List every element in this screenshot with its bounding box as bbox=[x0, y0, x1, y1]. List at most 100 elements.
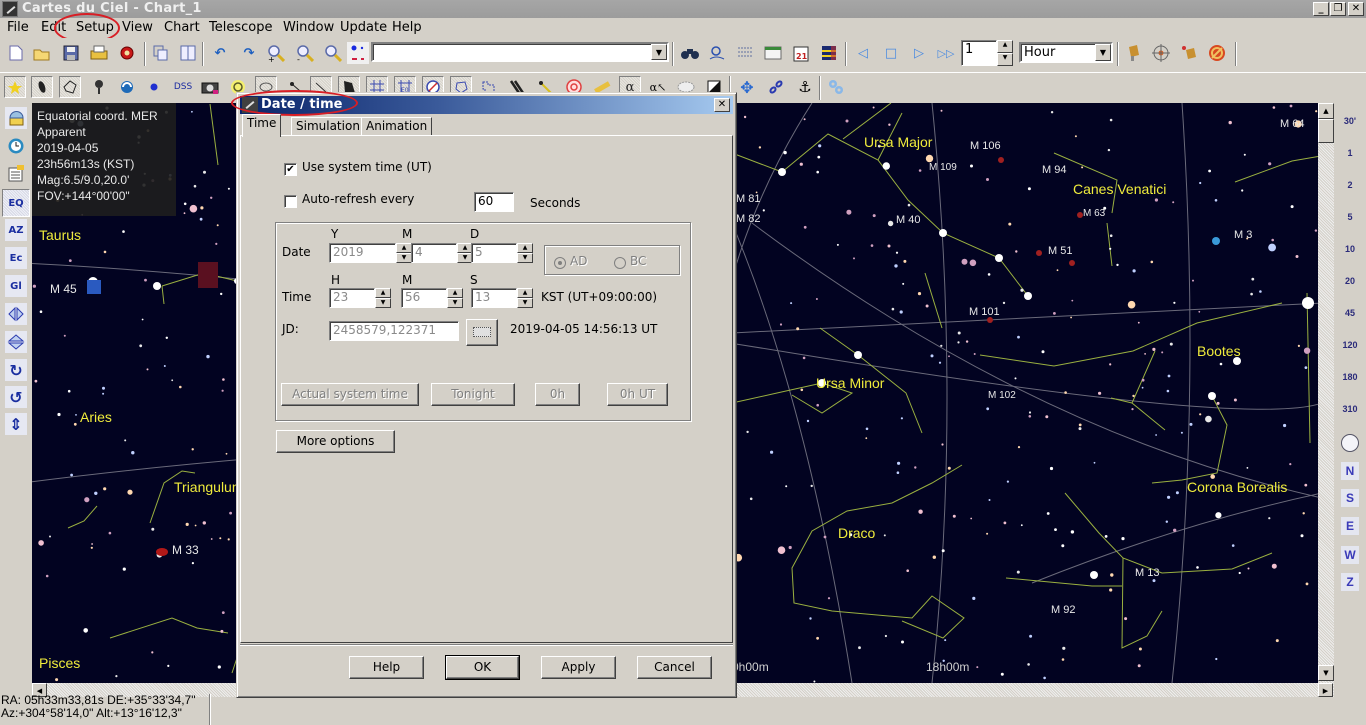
spin-down-icon[interactable]: ▼ bbox=[375, 298, 391, 308]
zero-hour-ut-button[interactable]: 0h UT bbox=[607, 383, 668, 406]
zoom-in-icon[interactable]: + bbox=[265, 42, 287, 64]
spin-up-icon[interactable]: ▲ bbox=[517, 288, 533, 298]
chevron-down-icon[interactable]: ▼ bbox=[1095, 44, 1111, 61]
clock-icon[interactable] bbox=[5, 135, 27, 157]
spin-up-icon[interactable]: ▲ bbox=[396, 243, 412, 253]
ad-radio[interactable] bbox=[554, 257, 566, 269]
all-sky-icon[interactable] bbox=[1341, 434, 1359, 452]
stop-icon[interactable]: □ bbox=[880, 42, 902, 64]
jd-input[interactable]: 2458579,122371 bbox=[329, 321, 459, 341]
tab-simulation[interactable]: Simulation bbox=[291, 117, 365, 136]
auto-refresh-seconds-input[interactable]: 60 bbox=[474, 192, 514, 212]
day-input[interactable]: 5 bbox=[471, 243, 517, 263]
zoom-level-button[interactable]: 120 bbox=[1334, 340, 1366, 350]
zoom-level-button[interactable]: 10 bbox=[1334, 244, 1366, 254]
menu-update[interactable]: Update bbox=[340, 19, 387, 36]
lines-icon[interactable] bbox=[59, 76, 81, 98]
ad-label[interactable]: AD bbox=[570, 254, 587, 268]
telescope-icon[interactable] bbox=[1122, 42, 1144, 64]
scroll-down-icon[interactable]: ▼ bbox=[1318, 665, 1334, 681]
help-button[interactable]: Help bbox=[349, 656, 424, 679]
scroll-right-icon[interactable]: ▶ bbox=[1318, 683, 1333, 697]
az-projection-button[interactable]: AZ bbox=[5, 219, 27, 241]
zoom-level-button[interactable]: 1 bbox=[1334, 148, 1366, 158]
flip-horizontal-icon[interactable] bbox=[5, 303, 27, 325]
minute-input[interactable]: 56 bbox=[401, 288, 447, 308]
asteroids-icon[interactable] bbox=[143, 76, 165, 98]
list-icon[interactable] bbox=[734, 42, 756, 64]
object-list-icon[interactable] bbox=[5, 162, 27, 184]
minimize-button[interactable]: _ bbox=[1313, 2, 1329, 16]
print-icon[interactable] bbox=[88, 42, 110, 64]
zoom-level-button[interactable]: 5 bbox=[1334, 212, 1366, 222]
settings-icon[interactable] bbox=[825, 76, 847, 98]
link-icon[interactable] bbox=[765, 76, 787, 98]
close-button[interactable]: ✕ bbox=[1348, 2, 1364, 16]
spin-up-icon[interactable]: ▲ bbox=[447, 288, 463, 298]
find-icon[interactable] bbox=[706, 42, 728, 64]
chevron-down-icon[interactable]: ▼ bbox=[651, 44, 667, 60]
restore-button[interactable]: ❐ bbox=[1330, 2, 1346, 16]
planets-icon[interactable] bbox=[116, 76, 138, 98]
menu-edit[interactable]: Edit bbox=[41, 19, 66, 36]
year-spinner[interactable]: ▲ ▼ bbox=[396, 243, 412, 263]
cancel-button[interactable]: Cancel bbox=[637, 656, 712, 679]
menu-help[interactable]: Help bbox=[392, 19, 422, 36]
flip-vertical-icon[interactable] bbox=[5, 331, 27, 353]
jd-calendar-button[interactable] bbox=[466, 319, 498, 346]
vertical-icon[interactable]: ⇕ bbox=[5, 413, 27, 435]
telescope-sync-icon[interactable] bbox=[1178, 42, 1200, 64]
step-value-spinner[interactable]: ▲ ▼ bbox=[997, 40, 1013, 66]
calendar-21-icon[interactable]: 21 bbox=[790, 42, 812, 64]
telescope-stop-icon[interactable] bbox=[1206, 42, 1228, 64]
milky-way-icon[interactable] bbox=[88, 76, 110, 98]
spin-down-icon[interactable]: ▼ bbox=[997, 53, 1013, 66]
apply-button[interactable]: Apply bbox=[541, 656, 616, 679]
spin-down-icon[interactable]: ▼ bbox=[396, 253, 412, 263]
scroll-up-icon[interactable]: ▲ bbox=[1318, 103, 1334, 119]
spin-up-icon[interactable]: ▲ bbox=[997, 40, 1013, 53]
bc-label[interactable]: BC bbox=[630, 254, 646, 268]
spin-down-icon[interactable]: ▼ bbox=[517, 298, 533, 308]
tab-time[interactable]: Time bbox=[242, 114, 282, 137]
dialog-title-bar[interactable]: Date / time ✕ bbox=[240, 96, 733, 114]
scroll-thumb[interactable] bbox=[1318, 119, 1334, 143]
menu-window[interactable]: Window bbox=[283, 19, 334, 36]
zoom-level-button[interactable]: 180 bbox=[1334, 372, 1366, 382]
menu-setup[interactable]: Setup bbox=[76, 19, 114, 36]
copy-chart-icon[interactable] bbox=[150, 42, 172, 64]
more-options-button[interactable]: More options bbox=[276, 430, 395, 453]
hour-input[interactable]: 23 bbox=[329, 288, 375, 308]
zoom-out-icon[interactable]: - bbox=[294, 42, 316, 64]
bc-radio[interactable] bbox=[614, 257, 626, 269]
chart-color-icon[interactable] bbox=[818, 42, 840, 64]
direction-north-button[interactable]: N bbox=[1341, 462, 1359, 480]
auto-refresh-checkbox[interactable] bbox=[284, 195, 297, 208]
zoom-level-button[interactable]: 20 bbox=[1334, 276, 1366, 286]
binoculars-icon[interactable] bbox=[679, 42, 701, 64]
eq-projection-button[interactable]: EQ bbox=[2, 189, 30, 217]
zoom-icon[interactable] bbox=[322, 42, 344, 64]
tile-icon[interactable] bbox=[177, 42, 199, 64]
undo-icon[interactable]: ↶ bbox=[209, 42, 231, 64]
direction-west-button[interactable]: W bbox=[1341, 546, 1359, 564]
zero-hour-button[interactable]: 0h bbox=[535, 383, 580, 406]
rotate-right-icon[interactable]: ↻ bbox=[5, 359, 27, 381]
anchor-icon[interactable]: ⚓ bbox=[794, 76, 816, 98]
direction-east-button[interactable]: E bbox=[1341, 517, 1359, 535]
ok-button[interactable]: OK bbox=[445, 655, 520, 680]
zoom-level-button[interactable]: 30' bbox=[1334, 116, 1366, 126]
use-system-time-label[interactable]: Use system time (UT) bbox=[302, 160, 432, 174]
tab-animation[interactable]: Animation bbox=[361, 117, 433, 136]
month-input[interactable]: 4 bbox=[411, 243, 457, 263]
zoom-level-button[interactable]: 2 bbox=[1334, 180, 1366, 190]
step-value-input[interactable]: 1 bbox=[961, 40, 997, 66]
redo-icon[interactable]: ↷ bbox=[238, 42, 260, 64]
menu-view[interactable]: View bbox=[122, 19, 153, 36]
crosshair-icon[interactable] bbox=[1150, 42, 1172, 64]
tonight-button[interactable]: Tonight bbox=[431, 383, 515, 406]
minute-spinner[interactable]: ▲ ▼ bbox=[447, 288, 463, 308]
second-input[interactable]: 13 bbox=[471, 288, 517, 308]
dss-button[interactable]: DSS bbox=[170, 76, 196, 98]
step-back-icon[interactable]: ◁ bbox=[852, 42, 874, 64]
